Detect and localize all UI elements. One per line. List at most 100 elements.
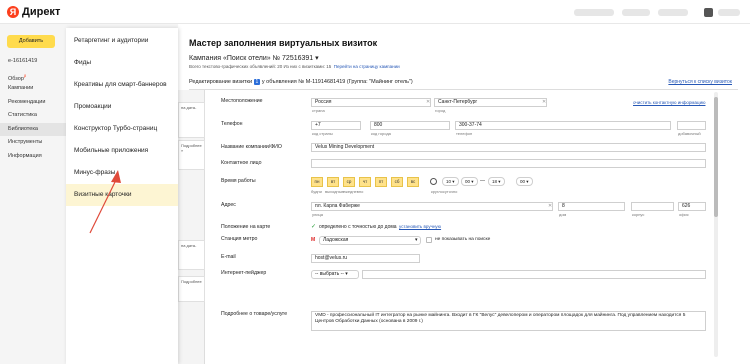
page-title: Мастер заполнения виртуальных визиток	[189, 38, 378, 48]
ad-preview-card[interactable]: Подробнее	[178, 276, 205, 302]
campaign-page-link[interactable]: Перейти на страницу кампании	[334, 64, 400, 69]
menu-item-feeds[interactable]: Фиды	[66, 52, 178, 74]
sidebar-item-label: Инструменты	[8, 139, 43, 145]
daily-link[interactable]: ежедневно	[343, 189, 363, 194]
day-toggle-tue[interactable]: вт	[327, 177, 339, 187]
extension-field[interactable]	[677, 121, 706, 130]
edit-bar-ad-info: у объявления № М-11914681419 (Группа: "М…	[261, 79, 413, 85]
im-type-select[interactable]: -- выбрать -- ▾	[311, 270, 359, 279]
sidebar-item-statistics[interactable]: Статистика	[0, 109, 66, 123]
close-icon[interactable]: ✕	[426, 99, 430, 105]
sidebar-item-label: Обзор	[8, 75, 24, 82]
location-label: Местоположение	[221, 98, 263, 104]
country-code-field[interactable]: +7	[311, 121, 361, 130]
menu-item-business-cards[interactable]: Визитные карточки	[66, 184, 178, 206]
im-field[interactable]	[362, 270, 706, 279]
day-toggle-sat[interactable]: сб	[391, 177, 403, 187]
metro-select[interactable]: Ладожская	[319, 236, 421, 245]
country-code-value: +7	[315, 122, 321, 128]
round-the-clock-link[interactable]: круглосуточно	[431, 189, 457, 194]
clear-contacts-link[interactable]: очистить контактную информацию	[633, 100, 705, 105]
hide-metro-checkbox[interactable]	[426, 237, 432, 243]
sidebar-item-recommendations[interactable]: Рекомендации	[0, 96, 66, 110]
sidebar-item-overview[interactable]: Обзорβ	[0, 69, 66, 83]
clock-icon[interactable]	[430, 178, 437, 185]
country-code-sublabel: код страны	[312, 131, 333, 136]
ad-preview-text: на дата-	[181, 105, 197, 110]
weekdays-link[interactable]: будни	[311, 189, 322, 194]
menu-item-retargeting[interactable]: Ретаргетинг и аудитории	[66, 30, 178, 52]
company-name-field[interactable]: Velus Mining Development	[311, 143, 706, 152]
im-label: Интернет-пейджер	[221, 270, 267, 276]
back-to-list-link[interactable]: Вернуться к списку визиток	[668, 79, 732, 85]
form-scrollbar[interactable]	[714, 92, 718, 357]
menu-item-smart-banners[interactable]: Креативы для смарт-баннеров	[66, 74, 178, 96]
details-value: VMD - профессиональный IT интегратор на …	[315, 313, 686, 324]
sidebar-item-label: Рекомендации	[8, 98, 46, 105]
day-toggle-fri[interactable]: пт	[375, 177, 387, 187]
menu-item-turbo-pages[interactable]: Конструктор Турбо-страниц	[66, 118, 178, 140]
sidebar-item-label: Кампании	[8, 85, 34, 91]
sidebar-list: e-16161419 Обзорβ Кампании Рекомендации …	[0, 55, 66, 163]
day-toggle-mon[interactable]: пн	[311, 177, 323, 187]
ad-preview-text: на дата-	[181, 243, 197, 248]
sidebar-item-label: Информация	[8, 152, 42, 159]
city-field[interactable]: Санкт-Петербург	[434, 98, 547, 107]
ad-preview-strip: на дата- Подробнее» на дата- Подробнее	[178, 90, 205, 364]
city-code-field[interactable]: 800	[370, 121, 450, 130]
day-toggle-thu[interactable]: чт	[359, 177, 371, 187]
card-number-badge: 1	[253, 79, 261, 85]
close-hour-select[interactable]: 18 ▾	[488, 177, 505, 186]
street-value: пл. Карла Фаберже	[315, 203, 360, 209]
office-field[interactable]: 626	[678, 202, 706, 211]
user-avatar-icon[interactable]	[704, 8, 713, 17]
menu-item-negative-keywords[interactable]: Минус-фразы	[66, 162, 178, 184]
open-hour-value: 10	[446, 179, 452, 184]
email-label: E-mail	[221, 254, 236, 260]
close-minute-select[interactable]: 00 ▾	[516, 177, 533, 186]
im-type-value: -- выбрать --	[315, 271, 344, 277]
close-hour-value: 18	[492, 179, 498, 184]
building-sublabel: корпус	[632, 212, 645, 217]
campaign-selector[interactable]: Кампания «Поиск отели» № 72516391 ▾	[189, 54, 319, 62]
ad-preview-card[interactable]: Подробнее»	[178, 140, 205, 170]
open-minute-select[interactable]: 00 ▾	[461, 177, 478, 186]
logo[interactable]: Я Директ	[7, 6, 60, 18]
company-name-value: Velus Mining Development	[315, 144, 375, 150]
city-code-value: 800	[374, 122, 383, 128]
add-button[interactable]: Добавить	[7, 35, 55, 48]
menu-item-mobile-apps[interactable]: Мобильные приложения	[66, 140, 178, 162]
contact-person-field[interactable]	[311, 159, 706, 168]
sidebar: Добавить e-16161419 Обзорβ Кампании Реко…	[0, 24, 66, 364]
close-minute-value: 00	[520, 179, 526, 184]
weekends-link[interactable]: выходные	[325, 189, 344, 194]
campaign-stats: Всего текстово-графических объявлений: 2…	[189, 64, 332, 69]
sidebar-item-account[interactable]: e-16161419	[0, 55, 66, 69]
open-hour-select[interactable]: 10 ▾	[442, 177, 459, 186]
yandex-logo-icon: Я	[7, 6, 19, 18]
sidebar-item-tools[interactable]: Инструменты	[0, 136, 66, 150]
campaign-meta: Всего текстово-графических объявлений: 2…	[189, 64, 400, 69]
sidebar-item-info[interactable]: Информация	[0, 150, 66, 164]
day-toggle-sun[interactable]: вс	[407, 177, 419, 187]
ad-preview-card[interactable]: на дата-	[178, 102, 205, 138]
menu-item-promo[interactable]: Промоакции	[66, 96, 178, 118]
office-sublabel: офис	[679, 212, 689, 217]
close-icon[interactable]: ✕	[548, 203, 552, 209]
street-field[interactable]: пл. Карла Фаберже	[311, 202, 553, 211]
set-manually-link[interactable]: установить вручную	[399, 224, 441, 229]
contact-person-label: Контактное лицо	[221, 160, 262, 166]
sidebar-item-library[interactable]: Библиотека	[0, 122, 66, 136]
sidebar-item-campaigns[interactable]: Кампании	[0, 82, 66, 96]
phone-number-field[interactable]: 300-37-74	[455, 121, 671, 130]
country-field[interactable]: Россия	[311, 98, 431, 107]
ad-preview-card[interactable]: на дата-	[178, 240, 205, 270]
city-code-sublabel: код города	[371, 131, 391, 136]
scroll-thumb[interactable]	[714, 97, 718, 217]
details-textarea[interactable]: VMD - профессиональный IT интегратор на …	[311, 311, 706, 331]
close-icon[interactable]: ✕	[542, 99, 546, 105]
house-field[interactable]: 8	[558, 202, 625, 211]
building-field[interactable]	[631, 202, 674, 211]
day-toggle-wed[interactable]: ср	[343, 177, 355, 187]
email-field[interactable]: host@velus.ru	[311, 254, 420, 263]
